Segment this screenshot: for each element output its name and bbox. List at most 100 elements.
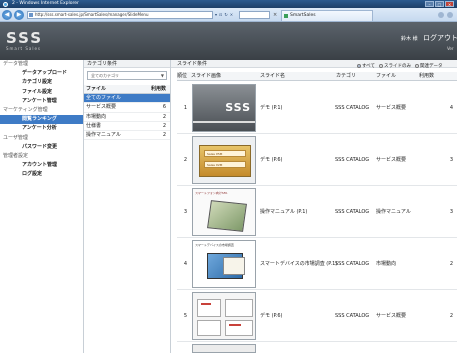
category-table: ファイル 利用数 全てのファイル サービス概要 6 市場動向 2 仕様書 2 操… bbox=[84, 85, 170, 141]
category-row[interactable]: 操作マニュアル 2 bbox=[84, 131, 170, 141]
home-icon[interactable] bbox=[438, 12, 444, 18]
slide-thumbnail[interactable]: SSS bbox=[189, 82, 258, 133]
slide-usage: 3 bbox=[449, 157, 453, 163]
slide-file: サービス概要 bbox=[376, 313, 407, 319]
slide-table-header: 順位 スライド画像 スライド名 カテゴリ ファイル 利用数 bbox=[177, 72, 457, 81]
address-bar[interactable]: http://sss.smart-sales.jp/SmartSales/man… bbox=[27, 11, 213, 19]
col-name-header[interactable]: スライド名 bbox=[258, 72, 334, 80]
dropdown-icon[interactable]: ▾ bbox=[215, 11, 217, 19]
thumb-panel bbox=[197, 320, 221, 336]
stop-icon[interactable]: × bbox=[230, 11, 233, 19]
category-panel: カテゴリ条件 全てのカテゴリ ▼ ファイル 利用数 全てのファイル サービス概要… bbox=[84, 60, 171, 353]
slide-name: デモ (P.1) bbox=[260, 105, 283, 111]
logout-button[interactable]: ログアウト bbox=[423, 33, 457, 43]
radio-icon bbox=[379, 63, 384, 68]
slide-file: 市場動向 bbox=[376, 261, 397, 267]
category-count: 6 bbox=[162, 104, 166, 111]
rank: 4 bbox=[183, 261, 187, 267]
slide-panel: スライド条件 すべて スライドのみ 関連データ 順位 スライド画像 スライド名 … bbox=[171, 60, 457, 353]
sidebar-item-category-settings[interactable]: カテゴリ設定 bbox=[0, 78, 83, 87]
filter-slides-only[interactable]: スライドのみ bbox=[379, 63, 411, 69]
sidebar-item-account-management[interactable]: アカウント管理 bbox=[0, 161, 83, 170]
sidebar-item-view-ranking[interactable]: 閲覧ランキング bbox=[0, 115, 83, 125]
category-select[interactable]: 全てのカテゴリ ▼ bbox=[87, 71, 167, 80]
col-usage-header[interactable]: 利用数 bbox=[417, 72, 457, 80]
category-name: 操作マニュアル bbox=[86, 132, 121, 139]
version-label: Ver bbox=[447, 46, 454, 51]
slide-thumbnail[interactable]: スマートデバイスの市場調査 bbox=[189, 238, 258, 289]
col-file-header[interactable]: ファイル bbox=[375, 72, 417, 80]
sss-logo: SSS bbox=[6, 29, 44, 47]
close-tab-icon[interactable]: × bbox=[273, 11, 277, 19]
browser-toolbar: ◀ ▶ http://sss.smart-sales.jp/SmartSales… bbox=[0, 8, 457, 22]
category-name: 全てのファイル bbox=[86, 95, 122, 101]
slide-image: SSS bbox=[192, 84, 256, 132]
filter-all[interactable]: すべて bbox=[357, 63, 375, 69]
slide-image: スマートフォン向けSFA bbox=[192, 188, 256, 236]
compat-view-icon[interactable]: ⊡ bbox=[219, 11, 222, 19]
category-row[interactable]: サービス概要 6 bbox=[84, 103, 170, 113]
thumb-divider bbox=[193, 121, 255, 123]
category-name: サービス概要 bbox=[86, 104, 117, 111]
table-row[interactable]: 3 スマートフォン向けSFA 操作マニュアル (P.1) SSS CATALOG… bbox=[177, 186, 457, 238]
category-name: 仕様書 bbox=[86, 122, 102, 129]
browser-right-icons bbox=[438, 12, 453, 18]
favorites-icon[interactable] bbox=[447, 12, 453, 18]
maximize-icon[interactable]: □ bbox=[435, 1, 444, 7]
forward-icon[interactable]: ▶ bbox=[14, 10, 24, 20]
table-row[interactable]: 4 スマートデバイスの市場調査 スマートデバイスの市場調査 (P.1) SSS … bbox=[177, 238, 457, 290]
slide-thumbnail[interactable]: Sales ¥5M Sales ¥2M bbox=[189, 134, 258, 185]
close-icon[interactable]: × bbox=[445, 1, 454, 7]
browser-search-input[interactable] bbox=[239, 11, 270, 19]
slide-category: SSS CATALOG bbox=[335, 261, 370, 267]
col-category-header[interactable]: カテゴリ bbox=[334, 72, 375, 80]
filter-related-data[interactable]: 関連データ bbox=[415, 63, 443, 69]
browser-title-bar: 2 - Windows Internet Explorer – □ × bbox=[0, 0, 457, 8]
category-row[interactable]: 市場動向 2 bbox=[84, 113, 170, 122]
tab-label: SmartSales bbox=[290, 13, 316, 18]
rank bbox=[177, 342, 189, 353]
table-row[interactable]: 5 デモ (P.6) SSS CATALOG サービス概要 2 bbox=[177, 290, 457, 342]
tab-favicon-icon bbox=[284, 14, 288, 18]
sidebar-item-survey-management[interactable]: アンケート管理 bbox=[0, 97, 83, 106]
slide-category: SSS CATALOG bbox=[335, 209, 370, 215]
browser-tab[interactable]: SmartSales bbox=[281, 10, 373, 21]
category-row[interactable]: 仕様書 2 bbox=[84, 122, 170, 132]
category-count: 2 bbox=[162, 113, 166, 120]
slide-category: SSS CATALOG bbox=[335, 157, 370, 163]
category-row[interactable]: 全てのファイル bbox=[84, 94, 170, 104]
slide-thumbnail[interactable]: スマートフォン向けSFA bbox=[189, 186, 258, 237]
page-favicon-icon bbox=[29, 13, 33, 17]
slide-usage: 4 bbox=[449, 105, 453, 111]
slide-category: SSS CATALOG bbox=[335, 313, 370, 319]
sidebar-item-survey-analysis[interactable]: アンケート分析 bbox=[0, 124, 83, 133]
sidebar-item-file-settings[interactable]: ファイル設定 bbox=[0, 88, 83, 97]
chevron-down-icon: ▼ bbox=[160, 73, 164, 78]
table-row[interactable] bbox=[177, 342, 457, 353]
sidebar-item-password-change[interactable]: パスワード変更 bbox=[0, 143, 83, 152]
sidebar-item-log-settings[interactable]: ログ設定 bbox=[0, 170, 83, 179]
thumb-tag: Sales ¥2M bbox=[204, 161, 246, 168]
category-name: 市場動向 bbox=[86, 113, 107, 120]
refresh-icon[interactable]: ↻ bbox=[224, 11, 227, 19]
table-row[interactable]: 1 SSS デモ (P.1) SSS CATALOG サービス概要 4 bbox=[177, 82, 457, 134]
slide-filters: すべて スライドのみ 関連データ bbox=[357, 63, 443, 69]
user-name: 鈴木 様 bbox=[401, 36, 418, 42]
category-count: 2 bbox=[162, 132, 166, 139]
col-rank-header[interactable]: 順位 bbox=[177, 72, 189, 80]
rank: 5 bbox=[183, 313, 187, 319]
filter-slides-only-label: スライドのみ bbox=[384, 64, 412, 69]
col-file-header: ファイル bbox=[86, 86, 107, 92]
table-row[interactable]: 2 Sales ¥5M Sales ¥2M デモ (P.6) SSS CATAL… bbox=[177, 134, 457, 186]
slide-file: 操作マニュアル bbox=[376, 209, 411, 215]
sidebar-item-data-upload[interactable]: データアップロード bbox=[0, 69, 83, 78]
slide-name: 操作マニュアル (P.1) bbox=[260, 209, 308, 215]
slide-name: デモ (P.6) bbox=[260, 157, 283, 163]
minimize-icon[interactable]: – bbox=[425, 1, 434, 7]
slide-image: Sales ¥5M Sales ¥2M bbox=[192, 136, 256, 184]
slide-thumbnail[interactable] bbox=[189, 342, 258, 353]
logo-subtitle: Smart Sales bbox=[6, 46, 42, 51]
category-count: 2 bbox=[162, 122, 166, 129]
slide-thumbnail[interactable] bbox=[189, 290, 258, 341]
back-icon[interactable]: ◀ bbox=[2, 10, 12, 20]
